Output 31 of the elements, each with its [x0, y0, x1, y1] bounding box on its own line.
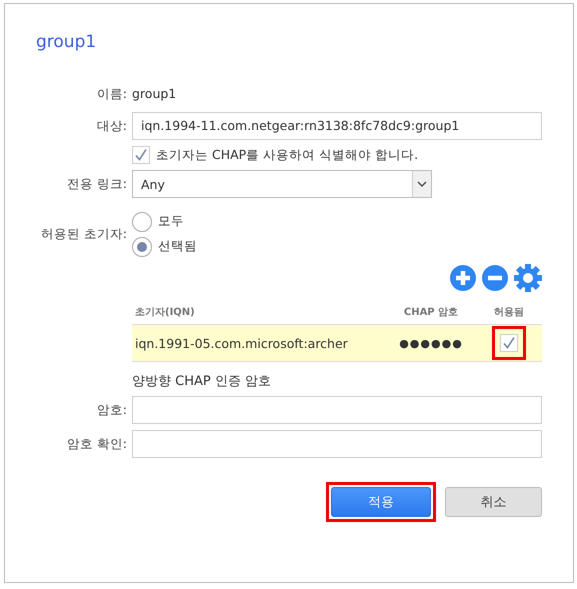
column-header: 허용됨 [493, 306, 525, 319]
checkbox[interactable] [500, 334, 518, 352]
add-icon[interactable] [450, 265, 476, 291]
cancel-button[interactable]: 취소 [445, 487, 542, 517]
section-title: 양방향 CHAP 인증 암호 [132, 373, 272, 390]
field-label: 암호 확인: [66, 436, 128, 452]
radio-label: 선택됨 [158, 238, 197, 255]
field-label: 전용 링크: [66, 176, 128, 192]
column-header: CHAP 암호 [402, 306, 460, 319]
settings-icon[interactable] [514, 264, 542, 292]
name-value: group1 [132, 86, 176, 101]
field-label: 허용된 초기자: [40, 226, 128, 242]
radio-label: 모두 [158, 213, 184, 230]
column-header: 초기자(IQN) [134, 306, 196, 319]
checkbox[interactable] [132, 146, 150, 164]
field-label: 이름: [96, 86, 128, 102]
radio-button[interactable] [132, 236, 152, 256]
table-row[interactable]: iqn.1991-05.com.microsoft:archer ●●●●●● [132, 324, 542, 362]
field-label: 암호: [96, 402, 128, 418]
dialog-title: group1 [36, 32, 98, 54]
password-field[interactable] [132, 396, 542, 424]
radio-button[interactable] [132, 212, 152, 232]
password-dots: ●●●●●● [398, 336, 464, 350]
checkbox-label: 초기자는 CHAP를 사용하여 식별해야 합니다. [156, 146, 418, 164]
target-field[interactable]: iqn.1994-11.com.netgear:rn3138:8fc78dc9:group1 [132, 112, 542, 140]
table-cell-text: iqn.1991-05.com.microsoft:archer [134, 336, 349, 350]
link-dropdown[interactable]: Any [132, 170, 432, 198]
chevron-down-icon[interactable] [417, 181, 427, 187]
password-field[interactable] [132, 430, 542, 458]
field-label: 대상: [96, 118, 128, 134]
remove-icon[interactable] [482, 265, 508, 291]
